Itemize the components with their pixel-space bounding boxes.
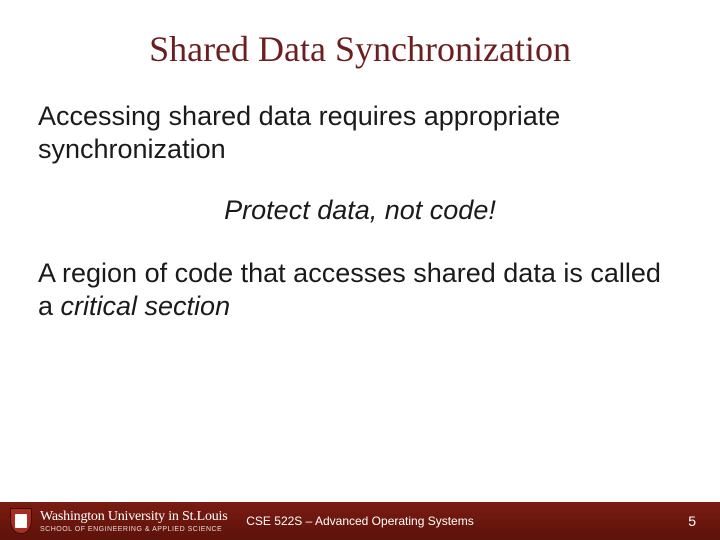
page-number: 5 xyxy=(688,513,696,529)
critical-section-term: critical section xyxy=(61,291,231,321)
logo-school-name: SCHOOL OF ENGINEERING & APPLIED SCIENCE xyxy=(40,526,228,533)
slide: Shared Data Synchronization Accessing sh… xyxy=(0,0,720,540)
university-logo: Washington University in St.Louis SCHOOL… xyxy=(0,502,242,540)
logo-text: Washington University in St.Louis SCHOOL… xyxy=(40,510,228,533)
emphasis-line: Protect data, not code! xyxy=(38,194,682,227)
logo-university-name: Washington University in St.Louis xyxy=(40,510,228,524)
footer-bar: Washington University in St.Louis SCHOOL… xyxy=(0,502,720,540)
course-label: CSE 522S – Advanced Operating Systems xyxy=(246,514,473,528)
shield-inner-icon xyxy=(15,514,27,528)
slide-body: Accessing shared data requires appropria… xyxy=(0,100,720,502)
paragraph-2: A region of code that accesses shared da… xyxy=(38,257,682,323)
shield-icon xyxy=(10,508,32,534)
paragraph-1: Accessing shared data requires appropria… xyxy=(38,100,682,166)
slide-title: Shared Data Synchronization xyxy=(0,28,720,70)
